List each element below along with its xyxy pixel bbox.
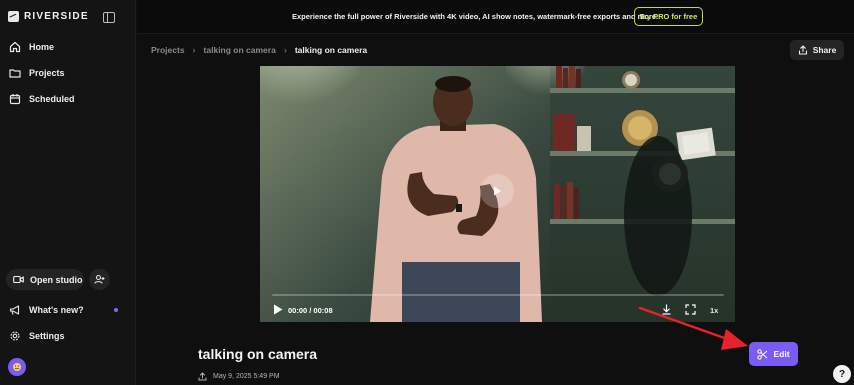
play-overlay-button[interactable] bbox=[480, 174, 514, 208]
try-pro-button[interactable]: Try PRO for free bbox=[634, 7, 703, 26]
sidebar-item-label: Settings bbox=[29, 331, 65, 341]
play-icon[interactable] bbox=[273, 304, 283, 315]
download-icon[interactable] bbox=[661, 304, 672, 315]
sidebar-item-label: Projects bbox=[29, 68, 65, 78]
user-avatar[interactable] bbox=[8, 358, 26, 376]
invite-user-button[interactable] bbox=[89, 269, 110, 290]
sidebar: RIVERSIDE Home Projects Scheduled Open s… bbox=[0, 0, 136, 385]
sidebar-item-projects[interactable]: Projects bbox=[9, 67, 65, 79]
sidebar-item-label: Home bbox=[29, 42, 55, 52]
sidebar-collapse-icon[interactable] bbox=[103, 12, 115, 23]
playback-speed[interactable]: 1x bbox=[710, 306, 718, 315]
riverside-logo-icon bbox=[8, 11, 19, 22]
fullscreen-icon[interactable] bbox=[685, 304, 696, 315]
open-studio-button[interactable]: Open studio bbox=[6, 269, 84, 290]
sidebar-item-home[interactable]: Home bbox=[9, 41, 54, 53]
video-camera-icon bbox=[13, 275, 24, 284]
folder-icon bbox=[9, 69, 21, 78]
breadcrumb-projects[interactable]: Projects bbox=[151, 45, 185, 55]
edit-button[interactable]: Edit bbox=[749, 342, 798, 366]
playback-progress-bar[interactable] bbox=[272, 294, 724, 296]
sidebar-item-label: What's new? bbox=[29, 305, 84, 315]
home-icon bbox=[9, 41, 21, 53]
chevron-right-icon: › bbox=[192, 45, 196, 55]
sidebar-item-label: Scheduled bbox=[29, 94, 75, 104]
brand-logo[interactable]: RIVERSIDE bbox=[8, 11, 89, 22]
project-date-text: May 9, 2025 5:49 PM bbox=[213, 373, 280, 380]
breadcrumb-recording[interactable]: talking on camera bbox=[204, 45, 276, 55]
smiley-icon bbox=[13, 363, 21, 371]
gear-icon bbox=[10, 331, 20, 341]
project-date: May 9, 2025 5:49 PM bbox=[198, 372, 280, 381]
open-studio-label: Open studio bbox=[30, 274, 83, 285]
time-display: 00:00 / 00:08 bbox=[288, 306, 333, 315]
share-icon bbox=[798, 45, 807, 55]
share-button[interactable]: Share bbox=[790, 40, 844, 60]
video-player[interactable]: 00:00 / 00:08 1x bbox=[260, 66, 735, 322]
new-indicator-dot bbox=[114, 308, 118, 312]
breadcrumb-current: talking on camera bbox=[294, 45, 368, 55]
edit-label: Edit bbox=[773, 349, 790, 359]
sidebar-item-scheduled[interactable]: Scheduled bbox=[9, 93, 75, 105]
add-user-icon bbox=[94, 274, 105, 284]
breadcrumb: Projects › talking on camera › talking o… bbox=[151, 45, 367, 55]
chevron-right-icon: › bbox=[283, 45, 287, 55]
brand-name: RIVERSIDE bbox=[24, 11, 89, 22]
project-title: talking on camera bbox=[198, 346, 318, 362]
promo-banner: Experience the full power of Riverside w… bbox=[137, 0, 854, 34]
megaphone-icon bbox=[9, 305, 20, 315]
calendar-icon bbox=[9, 94, 21, 105]
sidebar-item-whats-new[interactable]: What's new? bbox=[9, 304, 84, 316]
upload-icon bbox=[198, 372, 207, 381]
scissors-icon bbox=[757, 348, 768, 360]
help-button[interactable]: ? bbox=[833, 365, 851, 383]
play-icon bbox=[494, 186, 502, 196]
sidebar-item-settings[interactable]: Settings bbox=[9, 330, 65, 342]
share-label: Share bbox=[812, 45, 837, 55]
promo-text: Experience the full power of Riverside w… bbox=[292, 12, 659, 21]
